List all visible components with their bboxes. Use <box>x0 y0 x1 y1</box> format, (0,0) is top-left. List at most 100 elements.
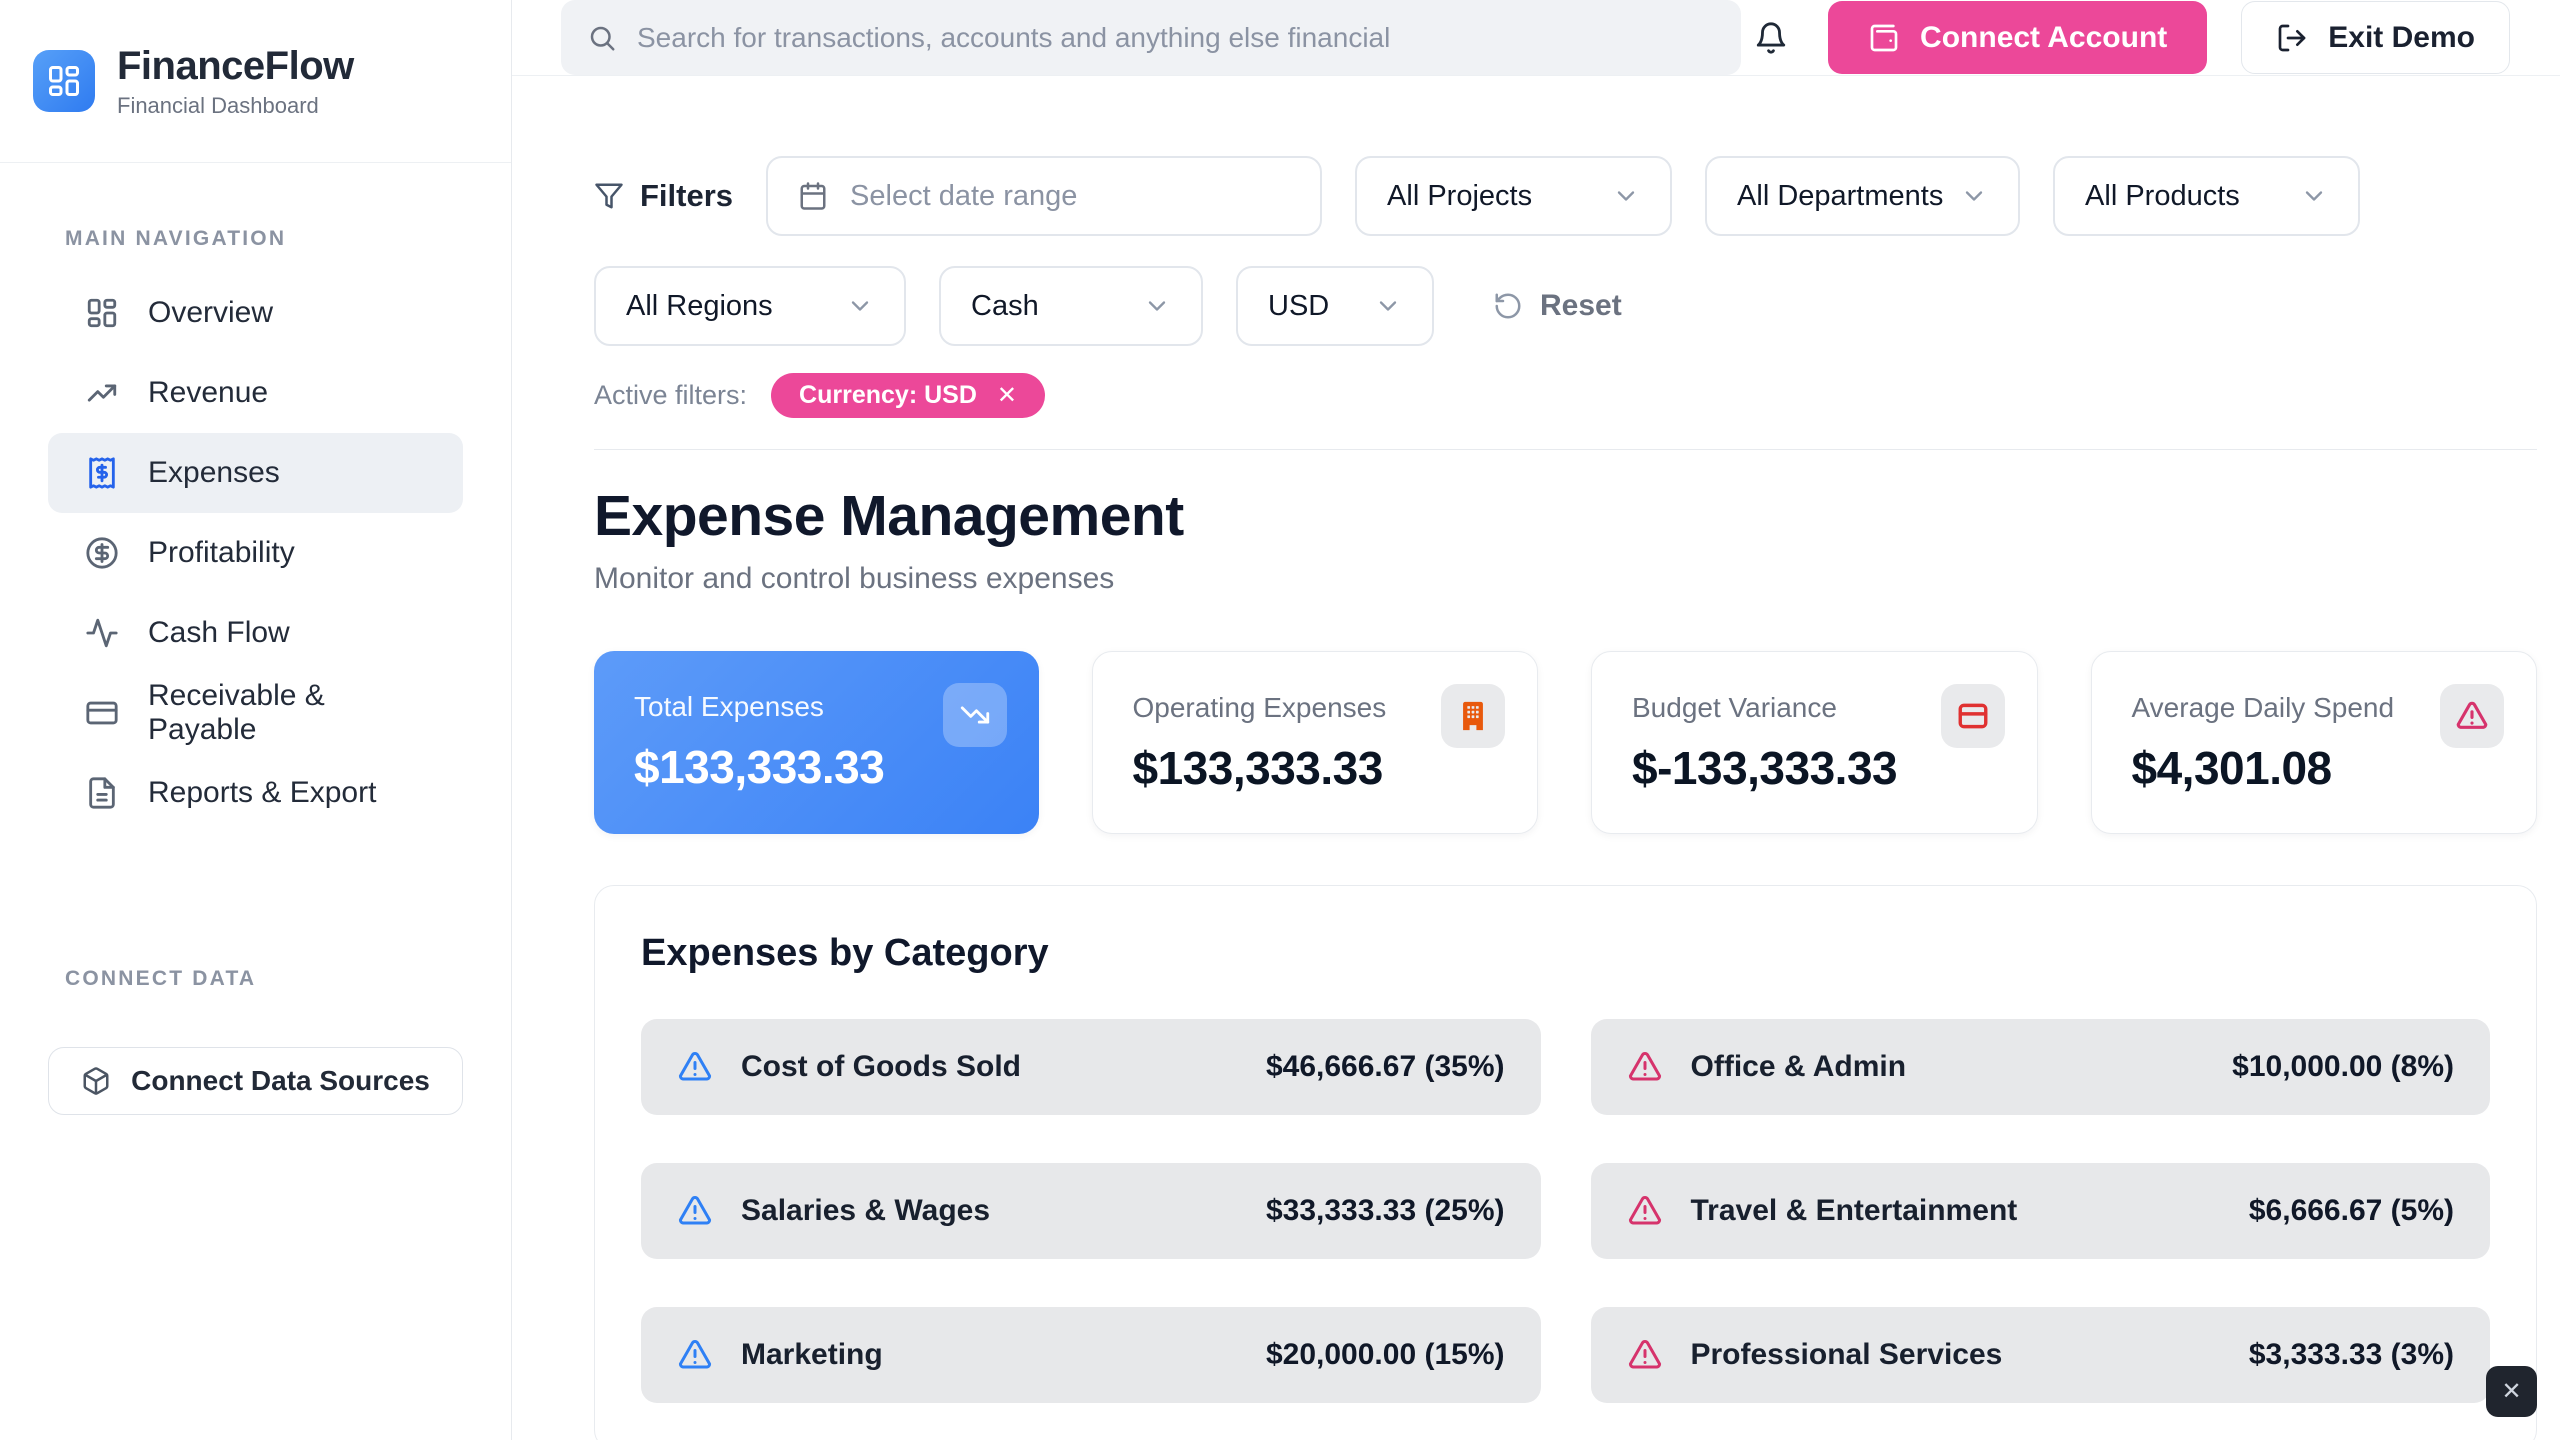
stat-value: $4,301.08 <box>2132 741 2497 795</box>
page-title: Expense Management <box>594 483 2537 549</box>
category-value: $3,333.33 (3%) <box>2249 1338 2454 1372</box>
stat-value: $133,333.33 <box>1133 741 1498 795</box>
brand-text: FinanceFlow Financial Dashboard <box>117 44 354 119</box>
category-value: $33,333.33 (25%) <box>1266 1194 1505 1228</box>
chip-close-icon[interactable]: ✕ <box>997 384 1017 408</box>
activity-icon <box>84 615 120 651</box>
calendar-icon <box>798 181 828 211</box>
active-filter-chip-label: Currency: USD <box>799 381 977 410</box>
brand-subtitle: Financial Dashboard <box>117 93 354 119</box>
category-name: Salaries & Wages <box>741 1194 990 1228</box>
brand-name: FinanceFlow <box>117 44 354 89</box>
payment-method-select-value: Cash <box>971 290 1039 323</box>
regions-select[interactable]: All Regions <box>594 266 906 346</box>
active-filters-label: Active filters: <box>594 380 747 411</box>
category-value: $20,000.00 (15%) <box>1266 1338 1505 1372</box>
app-logo-icon <box>33 50 95 112</box>
reset-filters-button[interactable]: Reset <box>1493 289 1622 323</box>
category-name: Marketing <box>741 1338 883 1372</box>
category-value: $46,666.67 (35%) <box>1266 1050 1505 1084</box>
main-area: Connect Account Exit Demo Filters <box>512 0 2560 1440</box>
alert-triangle-icon <box>2440 684 2504 748</box>
sidebar-item-label: Reports & Export <box>148 776 376 810</box>
stat-cards-row: Total Expenses $133,333.33 Operating Exp… <box>594 651 2537 834</box>
category-value: $10,000.00 (8%) <box>2232 1050 2454 1084</box>
circle-dollar-icon <box>84 535 120 571</box>
brand-header: FinanceFlow Financial Dashboard <box>0 0 511 163</box>
chevron-down-icon <box>1960 182 1988 210</box>
sidebar-item-profitability[interactable]: Profitability <box>48 513 463 593</box>
alert-triangle-icon <box>677 1193 713 1229</box>
topbar-actions: Connect Account Exit Demo <box>1748 1 2510 74</box>
currency-select[interactable]: USD <box>1236 266 1434 346</box>
exit-demo-button[interactable]: Exit Demo <box>2241 1 2510 74</box>
stat-card-average-daily-spend: Average Daily Spend $4,301.08 <box>2091 651 2538 834</box>
nav-section-label: MAIN NAVIGATION <box>65 227 463 251</box>
category-name: Cost of Goods Sold <box>741 1050 1021 1084</box>
date-range-input[interactable]: Select date range <box>766 156 1322 236</box>
wallet-icon <box>1868 22 1900 54</box>
sidebar-item-expenses[interactable]: Expenses <box>48 433 463 513</box>
credit-card-icon <box>84 695 120 731</box>
trending-up-icon <box>84 375 120 411</box>
rotate-ccw-icon <box>1493 291 1523 321</box>
projects-select[interactable]: All Projects <box>1355 156 1672 236</box>
category-row: Cost of Goods Sold $46,666.67 (35%) <box>641 1019 1541 1115</box>
file-text-icon <box>84 775 120 811</box>
sidebar-item-label: Revenue <box>148 376 268 410</box>
search-icon <box>587 23 617 53</box>
sidebar-item-label: Receivable & Payable <box>148 679 427 747</box>
search-input[interactable] <box>637 22 1715 54</box>
category-row: Travel & Entertainment $6,666.67 (5%) <box>1591 1163 2491 1259</box>
connect-data-sources-button[interactable]: Connect Data Sources <box>48 1047 463 1115</box>
connect-account-button[interactable]: Connect Account <box>1828 1 2207 74</box>
filters-label: Filters <box>640 178 733 214</box>
sidebar-item-label: Profitability <box>148 536 295 570</box>
layout-dashboard-icon <box>84 295 120 331</box>
sidebar-item-cash-flow[interactable]: Cash Flow <box>48 593 463 673</box>
alert-triangle-icon <box>677 1049 713 1085</box>
active-filters-row: Active filters: Currency: USD ✕ <box>594 373 2537 418</box>
sidebar-item-revenue[interactable]: Revenue <box>48 353 463 433</box>
search-box[interactable] <box>561 0 1741 75</box>
chevron-down-icon <box>846 292 874 320</box>
filters-row-1: Filters Select date range All Projects A… <box>594 156 2537 236</box>
category-row: Office & Admin $10,000.00 (8%) <box>1591 1019 2491 1115</box>
sidebar-item-label: Cash Flow <box>148 616 290 650</box>
chevron-down-icon <box>1612 182 1640 210</box>
chevron-down-icon <box>2300 182 2328 210</box>
receipt-icon <box>84 455 120 491</box>
sidebar-item-receivable-payable[interactable]: Receivable & Payable <box>48 673 463 753</box>
reset-label: Reset <box>1540 289 1622 323</box>
credit-card-icon <box>1941 684 2005 748</box>
sidebar-item-reports-export[interactable]: Reports & Export <box>48 753 463 833</box>
notifications-button[interactable] <box>1748 15 1794 61</box>
category-value: $6,666.67 (5%) <box>2249 1194 2454 1228</box>
category-row: Professional Services $3,333.33 (3%) <box>1591 1307 2491 1403</box>
stat-value: $-133,333.33 <box>1632 741 1997 795</box>
category-grid: Cost of Goods Sold $46,666.67 (35%) Offi… <box>641 1019 2490 1403</box>
exit-demo-label: Exit Demo <box>2328 21 2475 55</box>
regions-select-value: All Regions <box>626 290 773 323</box>
app-root: FinanceFlow Financial Dashboard MAIN NAV… <box>0 0 2560 1440</box>
products-select[interactable]: All Products <box>2053 156 2360 236</box>
bell-icon <box>1754 21 1788 55</box>
payment-method-select[interactable]: Cash <box>939 266 1203 346</box>
products-select-value: All Products <box>2085 180 2240 213</box>
close-icon: ✕ <box>2501 1377 2521 1406</box>
box-icon <box>81 1066 111 1096</box>
topbar: Connect Account Exit Demo <box>512 0 2560 76</box>
alert-triangle-icon <box>1627 1193 1663 1229</box>
alert-triangle-icon <box>677 1337 713 1373</box>
filters-title: Filters <box>594 178 733 214</box>
close-button[interactable]: ✕ <box>2486 1366 2537 1417</box>
category-name: Office & Admin <box>1691 1050 1907 1084</box>
chevron-down-icon <box>1374 292 1402 320</box>
departments-select[interactable]: All Departments <box>1705 156 2020 236</box>
alert-triangle-icon <box>1627 1337 1663 1373</box>
main-navigation: Overview Revenue Expenses <box>0 273 511 833</box>
active-filter-chip[interactable]: Currency: USD ✕ <box>771 373 1045 418</box>
category-row: Marketing $20,000.00 (15%) <box>641 1307 1541 1403</box>
projects-select-value: All Projects <box>1387 180 1532 213</box>
sidebar-item-overview[interactable]: Overview <box>48 273 463 353</box>
